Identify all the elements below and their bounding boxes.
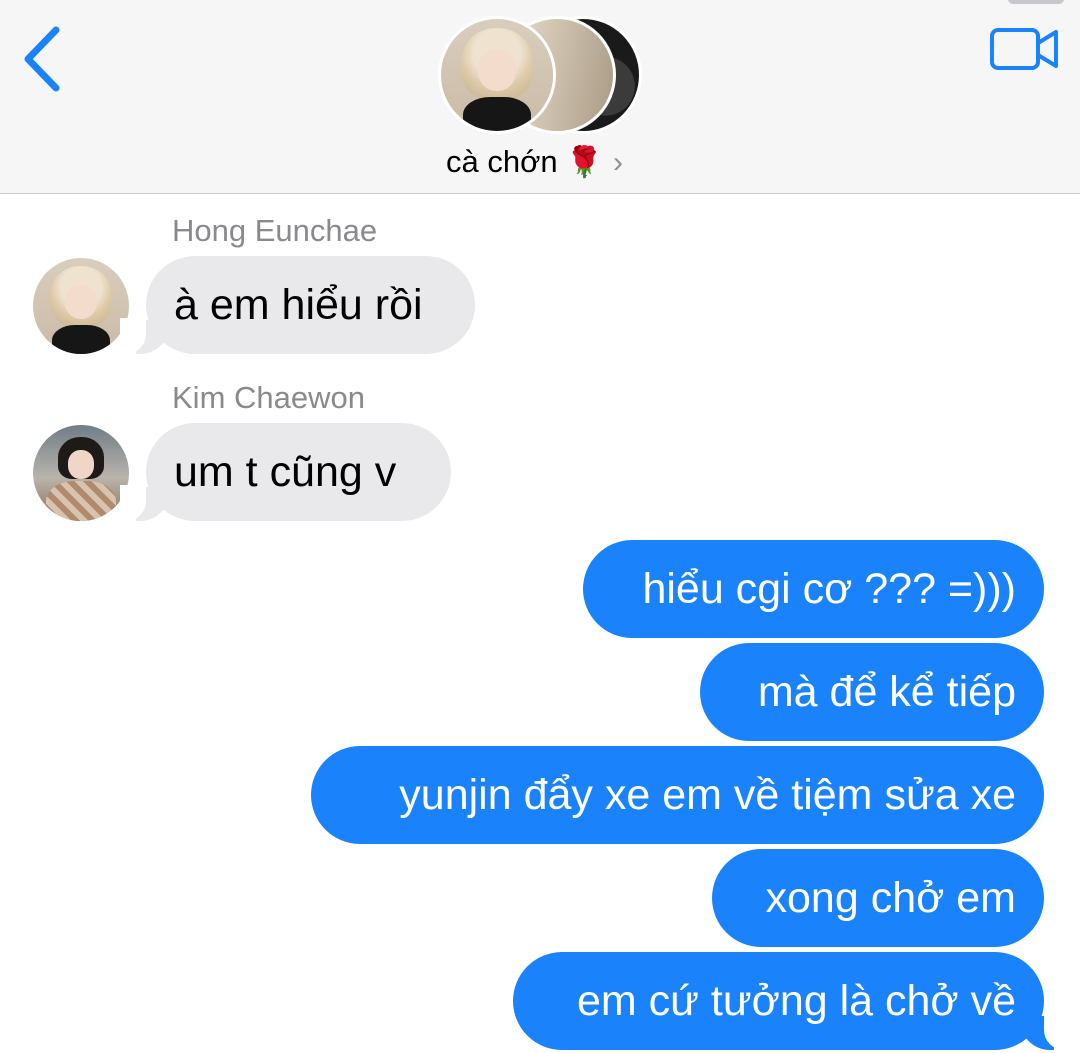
chevron-right-icon: › xyxy=(613,146,624,179)
message-text: xong chở em xyxy=(765,874,1016,922)
group-member-avatar-1 xyxy=(438,16,556,134)
video-camera-icon xyxy=(990,28,1058,70)
conversation-header: cà chớn 🌹 › xyxy=(0,0,1080,194)
message-text: em cứ tưởng là chở về xyxy=(576,977,1016,1025)
rose-emoji: 🌹 xyxy=(565,146,604,179)
sender-avatar[interactable] xyxy=(33,425,129,521)
outgoing-message-bubble[interactable]: mà để kể tiếp xyxy=(700,643,1044,741)
message-text: à em hiểu rồi xyxy=(174,281,423,329)
sender-avatar[interactable] xyxy=(33,258,129,354)
incoming-message-bubble[interactable]: à em hiểu rồi xyxy=(120,256,475,354)
group-name-label: cà chớn xyxy=(446,144,558,179)
video-call-button[interactable] xyxy=(988,24,1062,74)
incoming-message-bubble[interactable]: um t cũng v xyxy=(120,423,451,521)
outgoing-message-bubble[interactable]: yunjin đẩy xe em về tiệm sửa xe xyxy=(311,746,1044,844)
group-name-button[interactable]: cà chớn 🌹 › xyxy=(446,140,623,184)
message-text: yunjin đẩy xe em về tiệm sửa xe xyxy=(399,771,1016,819)
outgoing-message-bubble[interactable]: hiểu cgi cơ ??? =))) xyxy=(583,540,1044,638)
chevron-left-icon xyxy=(24,26,60,92)
outgoing-message-bubble[interactable]: xong chở em xyxy=(712,849,1044,947)
group-avatar-stack[interactable] xyxy=(438,16,648,134)
message-text: mà để kể tiếp xyxy=(757,668,1016,716)
message-text: um t cũng v xyxy=(174,448,397,496)
sender-name: Kim Chaewon xyxy=(172,380,365,415)
sender-name: Hong Eunchae xyxy=(172,213,378,248)
status-bar-fragment xyxy=(1008,0,1064,4)
back-button[interactable] xyxy=(18,24,68,94)
message-text: hiểu cgi cơ ??? =))) xyxy=(642,565,1016,613)
outgoing-message-bubble[interactable]: em cứ tưởng là chở về xyxy=(513,952,1070,1050)
